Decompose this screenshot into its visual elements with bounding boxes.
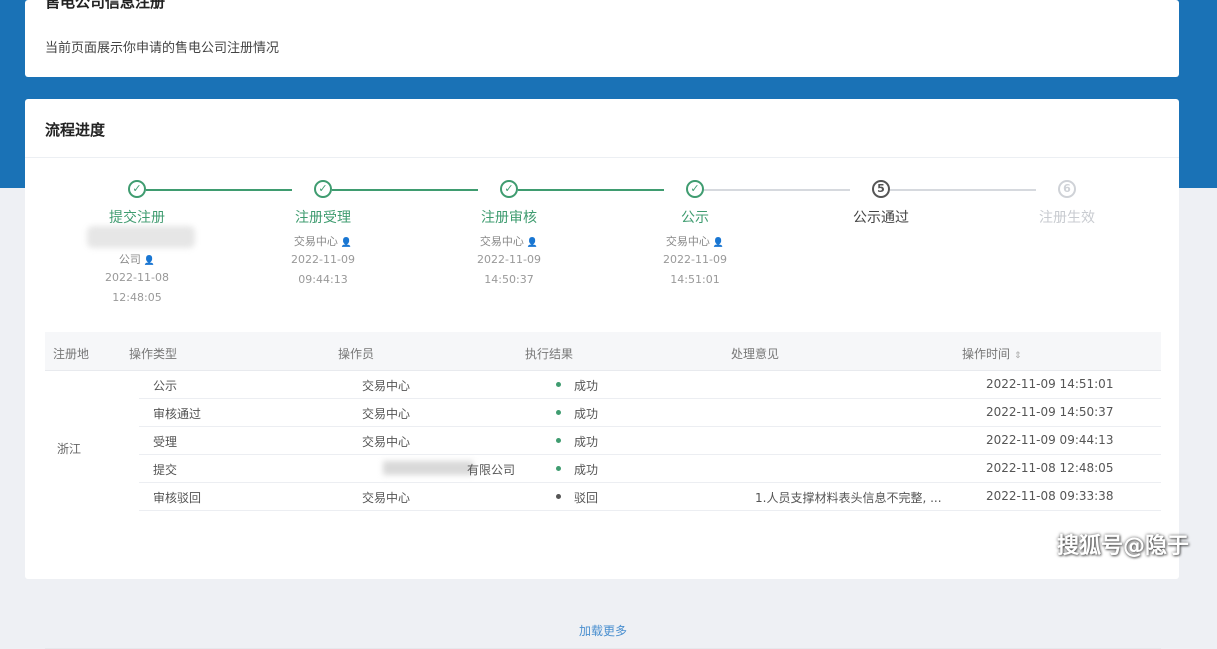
cell-operator: 交易中心: [362, 435, 411, 449]
step-operator: 交易中心: [665, 235, 710, 248]
cell-operator: 交易中心: [362, 407, 411, 421]
cell-operator: 交易中心: [362, 379, 411, 393]
step-time: 09:44:13: [298, 273, 348, 286]
column-header: 执行结果: [525, 347, 574, 361]
status-dot: [556, 466, 561, 471]
table-row: 审核驳回 交易中心 驳回 1.人员支撑材料表头信息不完整, ... 2022-1…: [139, 482, 1161, 511]
step-name: 注册生效: [1039, 210, 1095, 226]
column-header: 注册地: [53, 347, 90, 361]
check-icon: ✓: [314, 180, 332, 198]
column-header: 处理意见: [731, 347, 780, 361]
cell-type: 受理: [153, 435, 178, 449]
page-subtitle: 当前页面展示你申请的售电公司注册情况: [45, 41, 280, 56]
region-cell: 浙江: [57, 442, 82, 456]
step-publicity: ✓ 公示 交易中心 👤 2022-11-09 14:51:01: [625, 180, 765, 289]
cell-result: 成功: [574, 435, 599, 449]
cell-type: 审核通过: [153, 407, 202, 421]
cell-type: 提交: [153, 463, 178, 477]
user-icon: 👤: [340, 238, 353, 248]
cell-result: 成功: [574, 463, 599, 477]
step-date: 2022-11-08: [105, 271, 169, 284]
column-header: 操作类型: [129, 347, 178, 361]
cell-type: 审核驳回: [153, 491, 202, 505]
step-publicity-passed: 5 公示通过: [811, 180, 951, 227]
user-icon: 👤: [526, 238, 539, 248]
status-dot: [556, 494, 561, 499]
user-icon: 👤: [712, 238, 725, 248]
step-date: 2022-11-09: [663, 253, 727, 266]
redacted-company-name: [87, 226, 195, 248]
step-time: 14:51:01: [670, 273, 720, 286]
cell-time: 2022-11-08 12:48:05: [986, 461, 1114, 475]
step-time: 12:48:05: [112, 291, 162, 304]
header-card: 售电公司信息注册 当前页面展示你申请的售电公司注册情况: [25, 0, 1179, 77]
cell-result: 成功: [574, 379, 599, 393]
cell-result: 驳回: [574, 491, 599, 505]
step-name: 注册受理: [295, 210, 351, 226]
step-name: 提交注册: [109, 210, 165, 226]
step-date: 2022-11-09: [291, 253, 355, 266]
check-icon: ✓: [686, 180, 704, 198]
table-row: 审核通过 交易中心 成功 2022-11-09 14:50:37: [139, 398, 1161, 427]
user-icon: 👤: [143, 256, 156, 266]
column-header: 操作员: [338, 347, 375, 361]
step-operator: 交易中心: [293, 235, 338, 248]
step-accept: ✓ 注册受理 交易中心 👤 2022-11-09 09:44:13: [253, 180, 393, 289]
check-icon: ✓: [500, 180, 518, 198]
column-header-time[interactable]: 操作时间 ⇕: [962, 345, 1022, 362]
step-date: 2022-11-09: [477, 253, 541, 266]
sort-icon[interactable]: ⇕: [1014, 351, 1022, 361]
load-more-link[interactable]: 加载更多: [45, 622, 1161, 639]
step-review: ✓ 注册审核 交易中心 👤 2022-11-09 14:50:37: [439, 180, 579, 289]
cell-result: 成功: [574, 407, 599, 421]
table-row: 公示 交易中心 成功 2022-11-09 14:51:01: [139, 370, 1161, 399]
step-effective: 6 注册生效: [997, 180, 1137, 227]
table-header: 注册地 操作类型 操作员 执行结果 处理意见 操作时间 ⇕: [45, 332, 1161, 371]
status-dot: [556, 438, 561, 443]
cell-time: 2022-11-09 14:51:01: [986, 377, 1114, 391]
progress-card: 流程进度 ✓ 提交注册 公司 👤 2022-11-08 12:48:05 ✓ 注册…: [25, 99, 1179, 649]
step-name: 公示通过: [853, 210, 909, 226]
step-time: 14:50:37: [484, 273, 534, 286]
step-name: 公示: [681, 210, 709, 226]
cell-operator: 有限公司: [467, 463, 516, 477]
cell-time: 2022-11-09 09:44:13: [986, 433, 1114, 447]
check-icon: ✓: [128, 180, 146, 198]
watermark: 搜狐号@隐于: [1056, 534, 1189, 559]
status-dot: [556, 382, 561, 387]
cell-time: 2022-11-09 14:50:37: [986, 405, 1114, 419]
step-name: 注册审核: [481, 210, 537, 226]
step-operator: 公司: [118, 253, 141, 266]
page-title: 售电公司信息注册: [45, 0, 166, 11]
process-steps: ✓ 提交注册 公司 👤 2022-11-08 12:48:05 ✓ 注册受理 交易…: [25, 99, 1179, 319]
step-number-icon: 5: [872, 180, 890, 198]
table-row: 受理 交易中心 成功 2022-11-09 09:44:13: [139, 426, 1161, 455]
status-dot: [556, 410, 561, 415]
table-row: 提交 有限公司 成功 2022-11-08 12:48:05: [139, 454, 1161, 483]
cell-time: 2022-11-08 09:33:38: [986, 489, 1114, 503]
step-operator: 交易中心: [479, 235, 524, 248]
cell-opinion: 1.人员支撑材料表头信息不完整, ...: [755, 491, 942, 505]
cell-operator: 交易中心: [362, 491, 411, 505]
cell-type: 公示: [153, 379, 178, 393]
redacted-operator: [383, 461, 473, 475]
step-number-icon: 6: [1058, 180, 1076, 198]
